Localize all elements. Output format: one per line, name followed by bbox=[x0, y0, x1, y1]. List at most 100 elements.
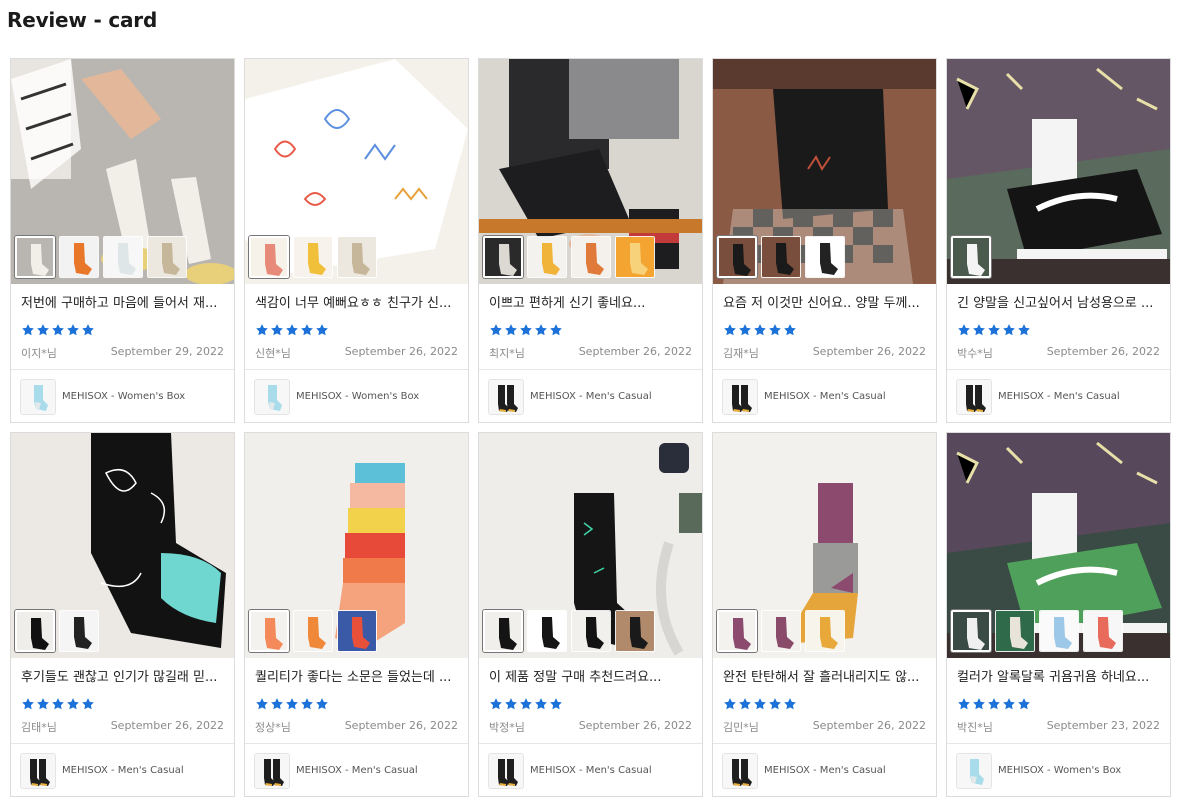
product-link[interactable]: MEHISOX - Women's Box bbox=[245, 370, 468, 422]
review-card[interactable]: 이쁘고 편하게 신기 좋네요... 최지*님 September 26, 202… bbox=[478, 58, 703, 423]
review-photo[interactable] bbox=[947, 59, 1170, 284]
author-name: 신현*님 bbox=[255, 347, 291, 360]
star-icon bbox=[753, 322, 767, 336]
product-link[interactable]: MEHISOX - Men's Casual bbox=[245, 744, 468, 796]
star-rating bbox=[957, 696, 1160, 710]
review-thumbnail[interactable] bbox=[571, 236, 611, 278]
review-meta: 박정*님 September 26, 2022 bbox=[489, 719, 692, 735]
product-link[interactable]: MEHISOX - Women's Box bbox=[11, 370, 234, 422]
product-name: MEHISOX - Women's Box bbox=[296, 391, 420, 402]
star-icon bbox=[957, 696, 971, 710]
author-name: 김태*님 bbox=[21, 721, 57, 734]
review-photo[interactable] bbox=[245, 433, 468, 658]
review-thumbnail[interactable] bbox=[15, 610, 55, 652]
review-thumbnail[interactable] bbox=[483, 610, 523, 652]
review-card[interactable]: 후기들도 괜찮고 인기가 많길래 믿... 김태*님 September 26,… bbox=[10, 432, 235, 797]
product-link[interactable]: MEHISOX - Men's Casual bbox=[479, 370, 702, 422]
star-icon bbox=[768, 696, 782, 710]
review-thumbnail[interactable] bbox=[337, 236, 377, 278]
review-thumbnail[interactable] bbox=[337, 610, 377, 652]
review-meta: 박수*님 September 26, 2022 bbox=[957, 345, 1160, 361]
review-card[interactable]: 긴 양말을 신고싶어서 남성용으로 ... 박수*님 September 26,… bbox=[946, 58, 1171, 423]
review-photo[interactable] bbox=[479, 59, 702, 284]
star-icon bbox=[270, 696, 284, 710]
star-icon bbox=[81, 322, 95, 336]
review-photo[interactable] bbox=[11, 433, 234, 658]
star-icon bbox=[504, 322, 518, 336]
star-rating bbox=[21, 322, 224, 336]
review-thumbnail[interactable] bbox=[527, 236, 567, 278]
review-thumbnail[interactable] bbox=[1083, 610, 1123, 652]
review-thumbnail[interactable] bbox=[527, 610, 567, 652]
review-thumbnail[interactable] bbox=[59, 236, 99, 278]
product-link[interactable]: MEHISOX - Women's Box bbox=[947, 744, 1170, 796]
review-photo[interactable] bbox=[245, 59, 468, 284]
review-card[interactable]: 요즘 저 이것만 신어요.. 양말 두께... 김재*님 September 2… bbox=[712, 58, 937, 423]
star-rating bbox=[957, 322, 1160, 336]
review-thumbnail[interactable] bbox=[995, 610, 1035, 652]
author-name: 최지*님 bbox=[489, 347, 525, 360]
star-icon bbox=[972, 696, 986, 710]
review-text: 색감이 너무 예뻐요ㅎㅎ 친구가 신... bbox=[255, 296, 452, 311]
review-text: 저번에 구매하고 마음에 들어서 재... bbox=[21, 296, 218, 311]
review-text: 완전 탄탄해서 잘 흘러내리지도 않... bbox=[723, 670, 920, 685]
review-photo[interactable] bbox=[947, 433, 1170, 658]
star-icon bbox=[315, 322, 329, 336]
product-link[interactable]: MEHISOX - Men's Casual bbox=[947, 370, 1170, 422]
review-card[interactable]: 완전 탄탄해서 잘 흘러내리지도 않... 김민*님 September 26,… bbox=[712, 432, 937, 797]
star-rating bbox=[723, 696, 926, 710]
review-text: 컬러가 알록달록 귀욤귀욤 하네요... bbox=[957, 670, 1150, 685]
review-card[interactable]: 이 제품 정말 구매 추천드려요... 박정*님 September 26, 2… bbox=[478, 432, 703, 797]
review-thumbnail[interactable] bbox=[717, 610, 757, 652]
review-thumbnail[interactable] bbox=[717, 236, 757, 278]
review-text: 긴 양말을 신고싶어서 남성용으로 ... bbox=[957, 296, 1154, 311]
review-thumbnail[interactable] bbox=[147, 236, 187, 278]
review-photo[interactable] bbox=[479, 433, 702, 658]
review-thumbnail[interactable] bbox=[249, 236, 289, 278]
review-thumbnail[interactable] bbox=[805, 236, 845, 278]
review-meta: 정상*님 September 26, 2022 bbox=[255, 719, 458, 735]
author-name: 이지*님 bbox=[21, 347, 57, 360]
product-name: MEHISOX - Men's Casual bbox=[530, 391, 652, 402]
review-thumbnail[interactable] bbox=[483, 236, 523, 278]
review-meta: 박진*님 September 23, 2022 bbox=[957, 719, 1160, 735]
review-card[interactable]: 퀄리티가 좋다는 소문은 들었는데 ... 정상*님 September 26,… bbox=[244, 432, 469, 797]
review-thumbnail[interactable] bbox=[761, 236, 801, 278]
star-icon bbox=[783, 322, 797, 336]
product-link[interactable]: MEHISOX - Men's Casual bbox=[11, 744, 234, 796]
review-date: September 26, 2022 bbox=[578, 719, 692, 732]
review-thumbnail[interactable] bbox=[761, 610, 801, 652]
star-icon bbox=[987, 322, 1001, 336]
review-thumbnail[interactable] bbox=[571, 610, 611, 652]
product-link[interactable]: MEHISOX - Men's Casual bbox=[713, 370, 936, 422]
product-link[interactable]: MEHISOX - Men's Casual bbox=[713, 744, 936, 796]
review-date: September 26, 2022 bbox=[812, 345, 926, 358]
review-thumbnail[interactable] bbox=[15, 236, 55, 278]
review-thumbnail[interactable] bbox=[951, 610, 991, 652]
review-photo[interactable] bbox=[713, 433, 936, 658]
author-name: 박정*님 bbox=[489, 721, 525, 734]
review-card[interactable]: 저번에 구매하고 마음에 들어서 재... 이지*님 September 29,… bbox=[10, 58, 235, 423]
review-thumbnail[interactable] bbox=[615, 610, 655, 652]
review-thumbnail[interactable] bbox=[103, 236, 143, 278]
review-thumbnail[interactable] bbox=[293, 610, 333, 652]
review-card[interactable]: 색감이 너무 예뻐요ㅎㅎ 친구가 신... 신현*님 September 26,… bbox=[244, 58, 469, 423]
review-body: 저번에 구매하고 마음에 들어서 재... 이지*님 September 29,… bbox=[11, 284, 234, 369]
review-thumbnail[interactable] bbox=[59, 610, 99, 652]
review-card[interactable]: 컬러가 알록달록 귀욤귀욤 하네요... 박진*님 September 23, … bbox=[946, 432, 1171, 797]
product-link[interactable]: MEHISOX - Men's Casual bbox=[479, 744, 702, 796]
review-thumbnail[interactable] bbox=[951, 236, 991, 278]
review-meta: 최지*님 September 26, 2022 bbox=[489, 345, 692, 361]
review-thumbnail[interactable] bbox=[249, 610, 289, 652]
review-body: 요즘 저 이것만 신어요.. 양말 두께... 김재*님 September 2… bbox=[713, 284, 936, 369]
author-name: 김민*님 bbox=[723, 721, 759, 734]
star-icon bbox=[21, 322, 35, 336]
review-thumbnail[interactable] bbox=[805, 610, 845, 652]
review-thumbnail[interactable] bbox=[293, 236, 333, 278]
review-photo[interactable] bbox=[11, 59, 234, 284]
review-date: September 29, 2022 bbox=[110, 345, 224, 358]
review-thumbnail[interactable] bbox=[615, 236, 655, 278]
review-thumbnail[interactable] bbox=[1039, 610, 1079, 652]
review-photo[interactable] bbox=[713, 59, 936, 284]
star-icon bbox=[285, 696, 299, 710]
